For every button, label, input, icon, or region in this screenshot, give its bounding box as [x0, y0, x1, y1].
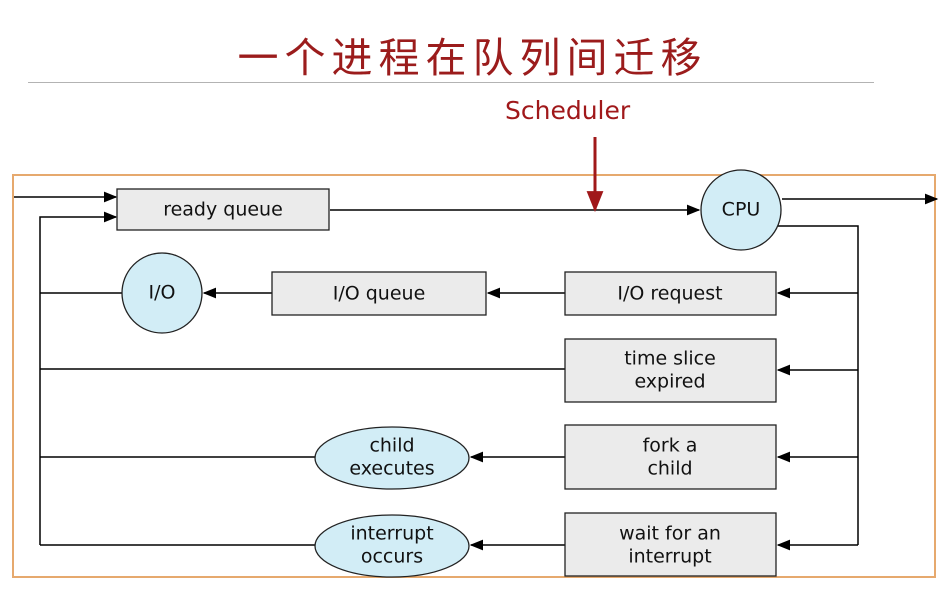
- ready-queue-box: ready queue: [116, 188, 330, 231]
- time-slice-label-line1: time slice: [624, 348, 716, 370]
- wait-label-line2: interrupt: [628, 546, 711, 568]
- wait-for-interrupt-box: wait for an interrupt: [564, 512, 777, 577]
- io-label: I/O: [149, 282, 176, 304]
- time-slice-label-line2: expired: [634, 371, 705, 393]
- fork-label-line2: child: [647, 458, 692, 480]
- child-executes-label-line1: child: [369, 435, 414, 457]
- cpu-label: CPU: [722, 199, 761, 221]
- interrupt-label-line1: interrupt: [350, 523, 433, 545]
- cpu-dispatch-bus: [770, 225, 859, 545]
- interrupt-occurs-node: interrupt occurs: [314, 514, 470, 578]
- io-device-node: I/O: [121, 252, 203, 334]
- loop-to-ready-arrow: [39, 211, 118, 545]
- fork-child-box: fork a child: [564, 424, 777, 490]
- child-executes-node: child executes: [314, 426, 470, 490]
- ready-queue-label: ready queue: [163, 199, 283, 221]
- io-queue-box: I/O queue: [271, 271, 487, 316]
- fork-label-line1: fork a: [643, 435, 698, 457]
- wait-label-line1: wait for an: [619, 523, 721, 545]
- time-slice-expired-box: time slice expired: [564, 338, 777, 403]
- child-executes-label-line2: executes: [349, 458, 434, 480]
- io-request-label: I/O request: [617, 283, 722, 305]
- io-queue-label: I/O queue: [333, 283, 426, 305]
- cpu-node: CPU: [700, 169, 782, 251]
- io-request-box: I/O request: [564, 271, 777, 316]
- queueing-diagram: ready queue CPU I/O I/O queue I/O reques…: [14, 137, 939, 578]
- interrupt-label-line2: occurs: [361, 546, 423, 568]
